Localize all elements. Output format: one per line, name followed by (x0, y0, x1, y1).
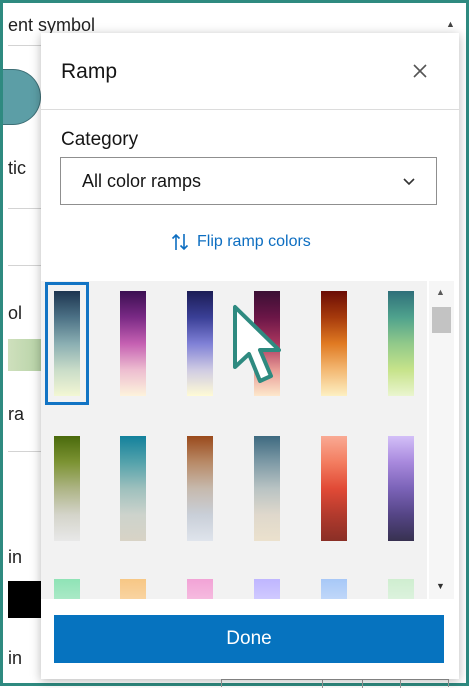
divider (8, 208, 43, 209)
color-ramp-swatch[interactable] (120, 579, 146, 599)
divider (8, 265, 43, 266)
flip-ramp-colors-label: Flip ramp colors (197, 233, 311, 250)
color-ramp-swatch[interactable] (187, 291, 213, 396)
category-label: Category (61, 129, 139, 150)
app-frame: ent symbol tic ol ra in in ▲ Ramp Catego… (0, 0, 469, 688)
color-ramp-swatch[interactable] (254, 436, 280, 541)
color-ramp-swatch[interactable] (120, 436, 146, 541)
swap-vertical-icon (171, 233, 189, 251)
color-swatch-black[interactable] (8, 581, 41, 618)
close-icon[interactable] (407, 59, 433, 85)
chevron-down-icon (403, 178, 415, 186)
ramp-preview-swatch[interactable] (8, 339, 41, 371)
scroll-down-icon[interactable]: ▼ (436, 581, 445, 591)
panel-text-fragment: ra (8, 404, 25, 424)
color-ramp-swatch[interactable] (254, 291, 280, 396)
scroll-up-icon[interactable]: ▲ (446, 19, 455, 29)
category-select[interactable]: All color ramps (60, 157, 437, 205)
color-ramp-swatch[interactable] (120, 291, 146, 396)
ramp-dialog: Ramp Category All color ramps Flip ramp … (41, 33, 459, 679)
panel-text-fragment: in (8, 547, 23, 567)
color-ramp-swatch[interactable] (388, 291, 414, 396)
dialog-title: Ramp (61, 60, 118, 83)
color-ramp-swatch[interactable] (45, 282, 89, 405)
ramp-grid (41, 281, 427, 599)
done-button[interactable]: Done (54, 615, 444, 663)
ramp-grid-scrollbar[interactable]: ▲ ▼ (429, 281, 454, 599)
color-ramp-swatch[interactable] (321, 436, 347, 541)
color-ramp-swatch[interactable] (54, 579, 80, 599)
color-ramp-swatch[interactable] (321, 579, 347, 599)
panel-text-fragment: tic (8, 158, 26, 178)
divider (8, 451, 43, 452)
panel-text-fragment: ol (8, 303, 23, 323)
dialog-header: Ramp (41, 33, 459, 110)
scrollbar-thumb[interactable] (432, 307, 451, 333)
color-ramp-swatch[interactable] (254, 579, 280, 599)
color-ramp-swatch[interactable] (388, 579, 414, 599)
color-ramp-swatch[interactable] (54, 436, 80, 541)
panel-text-fragment: in (8, 648, 23, 668)
flip-ramp-colors-button[interactable]: Flip ramp colors (171, 231, 311, 253)
color-ramp-swatch[interactable] (388, 436, 414, 541)
color-ramp-swatch[interactable] (321, 291, 347, 396)
symbol-preview[interactable] (3, 69, 41, 125)
category-select-value: All color ramps (82, 171, 202, 191)
scroll-up-icon[interactable]: ▲ (436, 287, 445, 297)
color-ramp-swatch[interactable] (187, 579, 213, 599)
divider (8, 45, 43, 46)
color-ramp-swatch[interactable] (187, 436, 213, 541)
